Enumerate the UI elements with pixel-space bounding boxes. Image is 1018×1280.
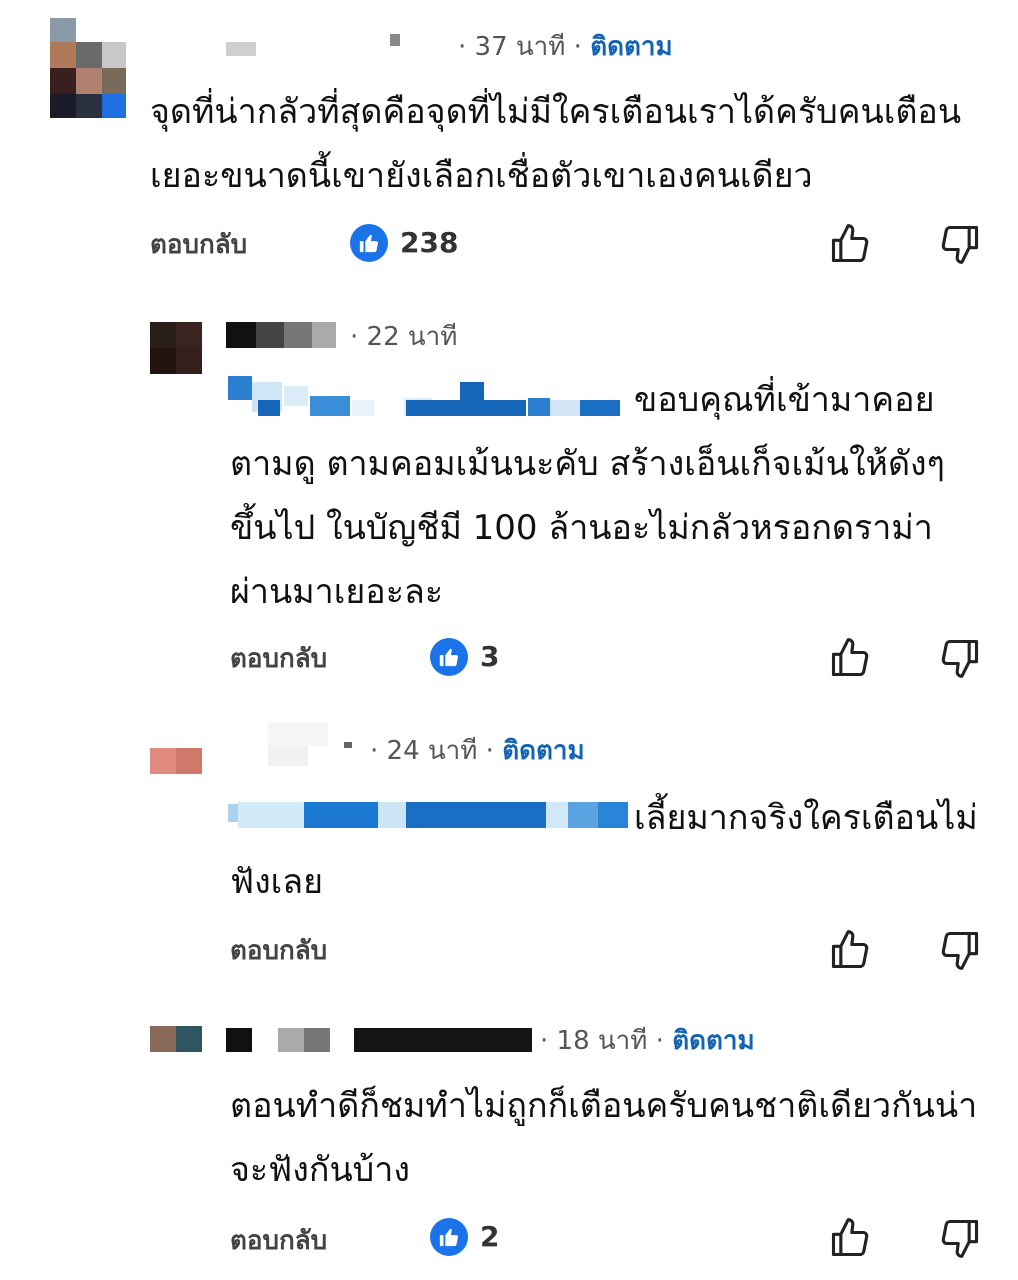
thumbs-down-icon[interactable] xyxy=(938,928,982,972)
avatar[interactable] xyxy=(50,18,126,118)
avatar[interactable] xyxy=(150,322,202,374)
like-count: 238 xyxy=(400,226,459,259)
reply-button[interactable]: ตอบกลับ xyxy=(230,938,327,964)
like-badge-icon xyxy=(430,1218,468,1256)
comment-text: เลี้ยมากจริงใครเตือนไม่ฟังเลย xyxy=(230,798,978,902)
thumbs-down-icon[interactable] xyxy=(938,1216,982,1260)
thumbs-up-icon[interactable] xyxy=(828,222,872,266)
like-summary: 238 xyxy=(350,224,458,262)
follow-button[interactable]: ติดตาม xyxy=(672,1026,754,1056)
reply-button[interactable]: ตอบกลับ xyxy=(230,646,327,672)
thumbs-down-icon[interactable] xyxy=(938,636,982,680)
thumbs-up-icon[interactable] xyxy=(828,636,872,680)
follow-button[interactable]: ติดตาม xyxy=(590,32,672,62)
comment-text: จุดที่น่ากลัวที่สุดคือจุดที่ไม่มีใครเตือ… xyxy=(150,92,962,196)
comment-time: · 18 นาที · xyxy=(540,1026,664,1056)
username-redacted[interactable] xyxy=(268,722,358,770)
thumbs-up-icon[interactable] xyxy=(828,928,872,972)
reply-button[interactable]: ตอบกลับ xyxy=(150,232,247,258)
follow-button[interactable]: ติดตาม xyxy=(502,736,584,766)
avatar[interactable] xyxy=(150,722,202,778)
comment-time: · 37 นาที · xyxy=(458,32,582,62)
thumbs-down-icon[interactable] xyxy=(938,222,982,266)
avatar[interactable] xyxy=(150,1026,202,1052)
like-badge-icon xyxy=(350,224,388,262)
like-summary: 2 xyxy=(430,1218,499,1256)
reply-button[interactable]: ตอบกลับ xyxy=(230,1228,327,1254)
comment-time: · 22 นาที xyxy=(350,322,458,352)
username-redacted[interactable] xyxy=(226,1026,532,1054)
username-redacted[interactable] xyxy=(226,322,336,348)
like-count: 2 xyxy=(480,1220,500,1253)
comment-meta: · 24 นาที · ติดตาม xyxy=(370,738,585,764)
like-count: 3 xyxy=(480,640,500,673)
username-redacted[interactable] xyxy=(226,42,256,56)
comment-meta: · 18 นาที · ติดตาม xyxy=(540,1028,755,1054)
comment-text: ตอนทำดีก็ชมทำไม่ถูกก็เตือนครับคนชาติเดีย… xyxy=(230,1086,978,1190)
comment-time: · 24 นาที · xyxy=(370,736,494,766)
like-badge-icon xyxy=(430,638,468,676)
comment-meta: · 37 นาที · ติดตาม xyxy=(458,34,673,60)
comment-meta: · 22 นาที xyxy=(350,324,457,350)
like-summary: 3 xyxy=(430,638,499,676)
thumbs-up-icon[interactable] xyxy=(828,1216,872,1260)
comment-text: ขอบคุณที่เข้ามาคอยตามดู ตามคอมเม้นนะคับ … xyxy=(230,380,945,612)
